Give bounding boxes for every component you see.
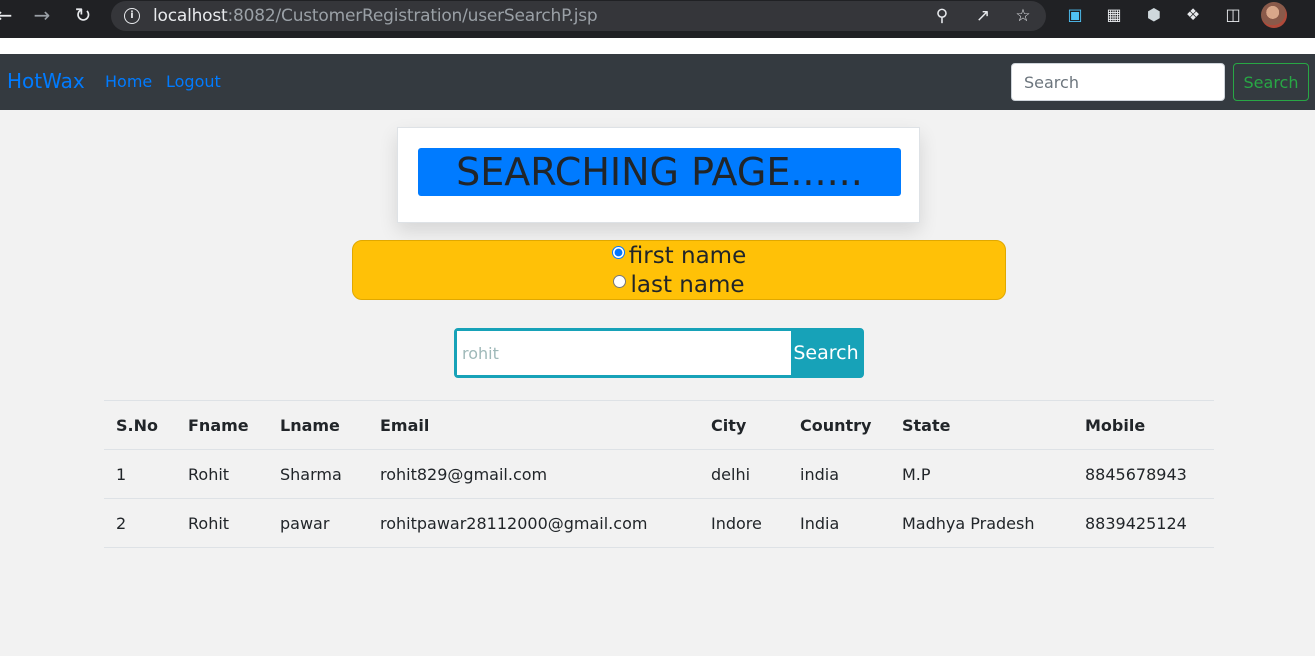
cell-email: rohitpawar28112000@gmail.com [368,498,699,548]
navbar-search-input[interactable] [1011,63,1225,101]
profile-avatar[interactable] [1261,2,1287,28]
results-table: S.No Fname Lname Email City Country Stat… [104,400,1214,548]
cell-state: M.P [890,449,1073,499]
header-country: Country [788,400,890,450]
cell-mobile: 8839425124 [1073,498,1214,548]
header-city: City [699,400,788,450]
url-host: localhost [153,6,228,26]
cell-city: Indore [699,498,788,548]
header-mobile: Mobile [1073,400,1214,450]
table-header-row: S.No Fname Lname Email City Country Stat… [104,400,1214,450]
first-name-label: first name [628,243,747,269]
name-search-input[interactable] [457,331,791,375]
cell-email: rohit829@gmail.com [368,449,699,499]
zoom-icon[interactable]: ⚲ [931,5,953,27]
nav-link-logout[interactable]: Logout [166,72,221,91]
last-name-radio[interactable] [613,275,627,288]
cell-fname: Rohit [176,498,268,548]
address-bar[interactable]: i localhost:8082/CustomerRegistration/us… [111,1,1046,31]
navbar-search-button[interactable]: Search [1233,63,1309,101]
cell-state: Madhya Pradesh [890,498,1073,548]
cell-sno: 2 [104,498,176,548]
table-row: 1 Rohit Sharma rohit829@gmail.com delhi … [104,449,1214,499]
search-option-box: first name last name [352,240,1006,300]
site-info-icon[interactable]: i [124,8,140,24]
table-row: 2 Rohit pawar rohitpawar28112000@gmail.c… [104,498,1214,548]
radio-option-first-name[interactable]: first name [353,242,1005,270]
bookmark-star-icon[interactable]: ☆ [1012,5,1034,27]
header-state: State [890,400,1073,450]
side-panel-icon[interactable]: ◫ [1222,4,1244,26]
name-search-button[interactable]: Search [791,331,861,375]
url-path: :8082/CustomerRegistration/userSearchP.j… [227,6,598,26]
cell-city: delhi [699,449,788,499]
cell-country: india [788,449,890,499]
cell-lname: pawar [268,498,368,548]
name-search-group: Search [454,328,864,378]
extension-cube-icon[interactable]: ⬢ [1143,4,1165,26]
header-sno: S.No [104,400,176,450]
cell-fname: Rohit [176,449,268,499]
radio-option-last-name[interactable]: last name [353,271,1005,299]
header-email: Email [368,400,699,450]
reload-icon[interactable]: ↻ [71,4,95,26]
browser-toolbar: ← → ↻ i localhost:8082/CustomerRegistrat… [0,0,1315,38]
forward-icon[interactable]: → [30,4,54,26]
header-fname: Fname [176,400,268,450]
cell-sno: 1 [104,449,176,499]
header-lname: Lname [268,400,368,450]
back-icon[interactable]: ← [0,4,16,26]
url-text[interactable]: localhost:8082/CustomerRegistration/user… [153,6,598,26]
cell-lname: Sharma [268,449,368,499]
extension-translate-icon[interactable]: ▣ [1064,4,1086,26]
page-title: SEARCHING PAGE...... [418,148,901,196]
site-navbar: HotWax Home Logout Search [0,54,1315,110]
first-name-radio[interactable] [611,246,625,259]
page-top-strip [0,38,1315,54]
extension-grid-icon[interactable]: ▦ [1103,4,1125,26]
cell-country: India [788,498,890,548]
share-icon[interactable]: ↗ [972,5,994,27]
brand-link[interactable]: HotWax [7,69,85,93]
last-name-label: last name [630,272,745,298]
heading-card: SEARCHING PAGE...... [397,127,920,223]
extensions-puzzle-icon[interactable]: ❖ [1182,4,1204,26]
cell-mobile: 8845678943 [1073,449,1214,499]
nav-link-home[interactable]: Home [105,72,152,91]
